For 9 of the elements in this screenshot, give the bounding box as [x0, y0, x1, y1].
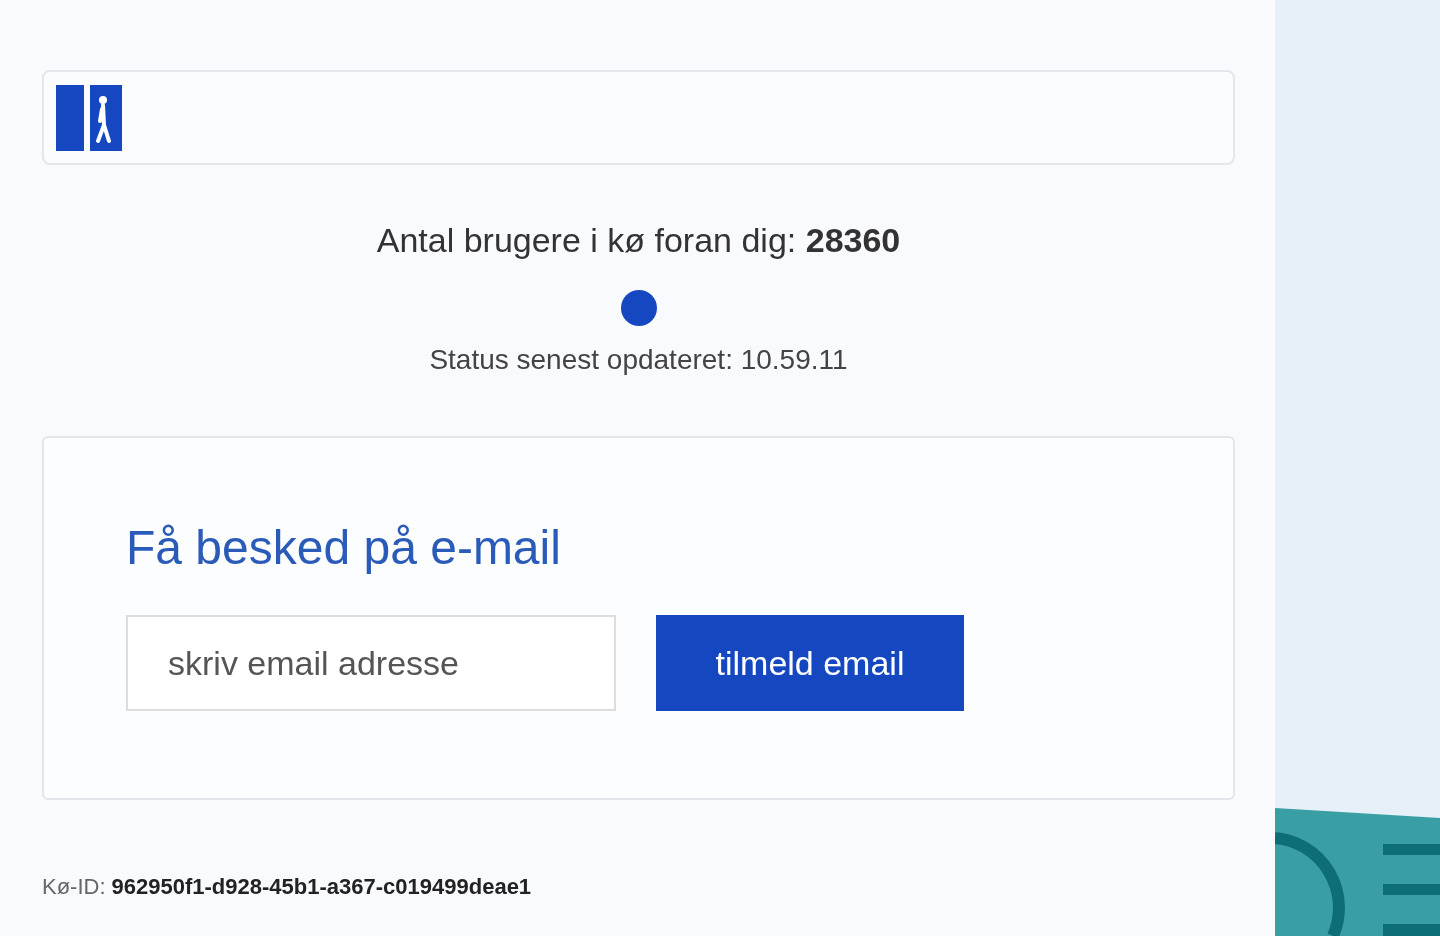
- status-dot-icon: [620, 290, 657, 326]
- subscribe-button[interactable]: tilmeld email: [656, 615, 964, 711]
- email-signup-heading: Få besked på e-mail: [126, 520, 562, 575]
- email-input-field[interactable]: skriv email adresse: [126, 615, 616, 711]
- queue-id-value: 962950f1-d928-45b1-a367-c019499deae1: [111, 874, 532, 900]
- queue-id-label: Kø-ID:: [42, 874, 106, 900]
- walking-person-icon: [89, 84, 122, 151]
- queue-count-text: Antal brugere i kø foran dig: 28360: [376, 221, 901, 260]
- status-updated-text: Status senest opdateret: 10.59.11: [429, 344, 848, 376]
